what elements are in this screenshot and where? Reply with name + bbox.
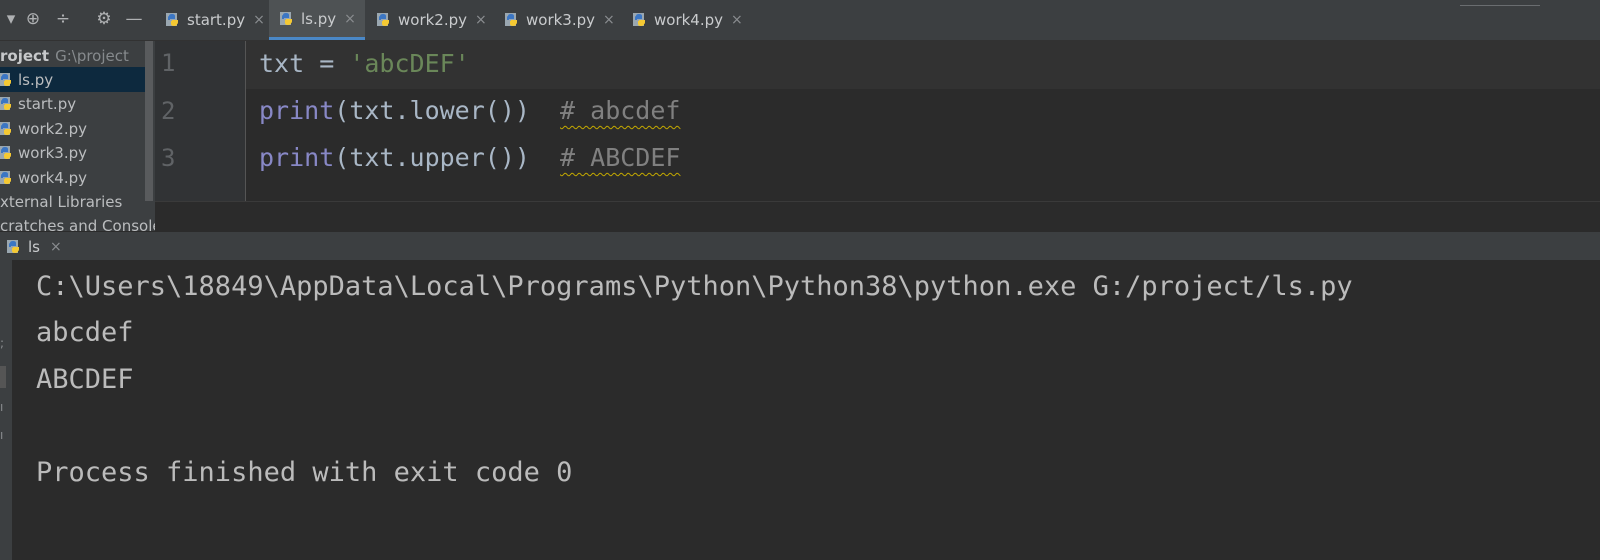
tree-file-work3-py[interactable]: work3.py: [0, 140, 145, 165]
project-root-path: G:\project: [55, 46, 129, 65]
editor-tabs-bar: start.py × ls.py × work2.py × work3.py ×…: [155, 0, 1600, 41]
rerun-icon[interactable]: ;: [0, 336, 8, 350]
console-output-line: ABCDEF: [36, 364, 134, 395]
target-icon[interactable]: ⊕: [22, 8, 44, 30]
string-literal: 'abcDEF': [349, 49, 470, 78]
tree-item-label: cratches and Consoles: [0, 216, 155, 232]
code-line-3[interactable]: print(txt.upper()) # ABCDEF: [259, 143, 680, 172]
tab-label: start.py: [187, 11, 246, 29]
tab-ls-py[interactable]: ls.py ×: [269, 0, 365, 40]
line-number: 1: [161, 49, 176, 77]
python-file-icon: [6, 239, 22, 255]
gear-icon[interactable]: ⚙: [93, 8, 115, 30]
line-number: 3: [161, 144, 176, 172]
python-file-icon: [0, 96, 14, 112]
console-output-line: Process finished with exit code 0: [36, 457, 573, 488]
tree-item-label: xternal Libraries: [0, 192, 123, 211]
tree-file-start-py[interactable]: start.py: [0, 91, 145, 116]
stop-icon[interactable]: [0, 366, 6, 388]
minimize-icon[interactable]: —: [123, 8, 145, 30]
run-toolbar-strip: ; ı ı: [0, 260, 12, 560]
code-line-2[interactable]: print(txt.lower()) # abcdef: [259, 96, 680, 125]
python-file-icon: [376, 12, 392, 28]
python-file-icon: [0, 170, 14, 186]
code-line-1[interactable]: txt = 'abcDEF': [259, 49, 470, 78]
project-root-label: roject: [0, 46, 50, 65]
code-text: (txt.lower()): [334, 96, 561, 125]
tree-scrollbar[interactable]: [145, 41, 153, 201]
tree-file-label: ls.py: [18, 70, 54, 89]
tree-file-label: work3.py: [18, 143, 88, 162]
tab-label: work2.py: [398, 11, 468, 29]
code-text: (txt.upper()): [334, 143, 561, 172]
code-text: txt =: [259, 49, 350, 78]
tab-label: work4.py: [654, 11, 724, 29]
tree-external-libraries[interactable]: xternal Libraries: [0, 189, 145, 214]
tree-file-label: work2.py: [18, 119, 88, 138]
chevron-down-icon[interactable]: ▾: [0, 8, 22, 30]
tab-label: work3.py: [526, 11, 596, 29]
window-edge: [1460, 0, 1540, 6]
builtin-keyword: print: [259, 96, 335, 125]
line-number: 2: [161, 97, 176, 125]
python-file-icon: [0, 145, 14, 161]
tab-start-py[interactable]: start.py ×: [155, 0, 267, 40]
python-file-icon: [632, 12, 648, 28]
python-file-icon: [504, 12, 520, 28]
tree-file-work2-py[interactable]: work2.py: [0, 116, 145, 141]
tree-file-label: work4.py: [18, 168, 88, 187]
close-icon[interactable]: ×: [731, 12, 743, 28]
run-panel-header: ls ×: [0, 231, 1600, 261]
run-tab-ls[interactable]: ls ×: [0, 232, 62, 261]
project-toolbar: ▾ ⊕ ÷ ⚙ —: [0, 0, 155, 41]
close-icon[interactable]: ×: [475, 12, 487, 28]
console-output-line: abcdef: [36, 317, 134, 348]
project-tree: roject G:\project ls.py start.py work2.p…: [0, 41, 155, 231]
console-output-line: C:\Users\18849\AppData\Local\Programs\Py…: [36, 271, 1353, 302]
tree-scratches[interactable]: cratches and Consoles: [0, 213, 155, 232]
run-console[interactable]: C:\Users\18849\AppData\Local\Programs\Py…: [12, 260, 1600, 560]
editor-footer: [155, 201, 1600, 232]
project-root[interactable]: roject G:\project: [0, 43, 145, 68]
close-icon[interactable]: ×: [50, 239, 62, 255]
python-file-icon: [0, 72, 14, 88]
close-icon[interactable]: ×: [603, 12, 615, 28]
python-file-icon: [165, 12, 181, 28]
code-comment: # abcdef: [560, 96, 681, 125]
print-icon[interactable]: ı: [0, 428, 8, 442]
tree-file-ls-py[interactable]: ls.py: [0, 67, 145, 92]
python-file-icon: [0, 121, 14, 137]
scroll-icon[interactable]: ı: [0, 400, 8, 414]
tab-label: ls.py: [301, 9, 337, 28]
run-tab-label: ls: [28, 237, 40, 256]
tab-work3-py[interactable]: work3.py ×: [494, 0, 622, 40]
tab-work4-py[interactable]: work4.py ×: [622, 0, 752, 40]
builtin-keyword: print: [259, 143, 335, 172]
code-comment: # ABCDEF: [560, 143, 681, 172]
collapse-icon[interactable]: ÷: [52, 8, 74, 30]
close-icon[interactable]: ×: [344, 11, 356, 27]
tree-file-label: start.py: [18, 94, 77, 113]
python-file-icon: [279, 11, 295, 27]
tab-work2-py[interactable]: work2.py ×: [366, 0, 494, 40]
tree-file-work4-py[interactable]: work4.py: [0, 165, 145, 190]
code-editor[interactable]: 1 2 3 txt = 'abcDEF' print(txt.lower()) …: [155, 41, 1600, 201]
close-icon[interactable]: ×: [253, 12, 265, 28]
